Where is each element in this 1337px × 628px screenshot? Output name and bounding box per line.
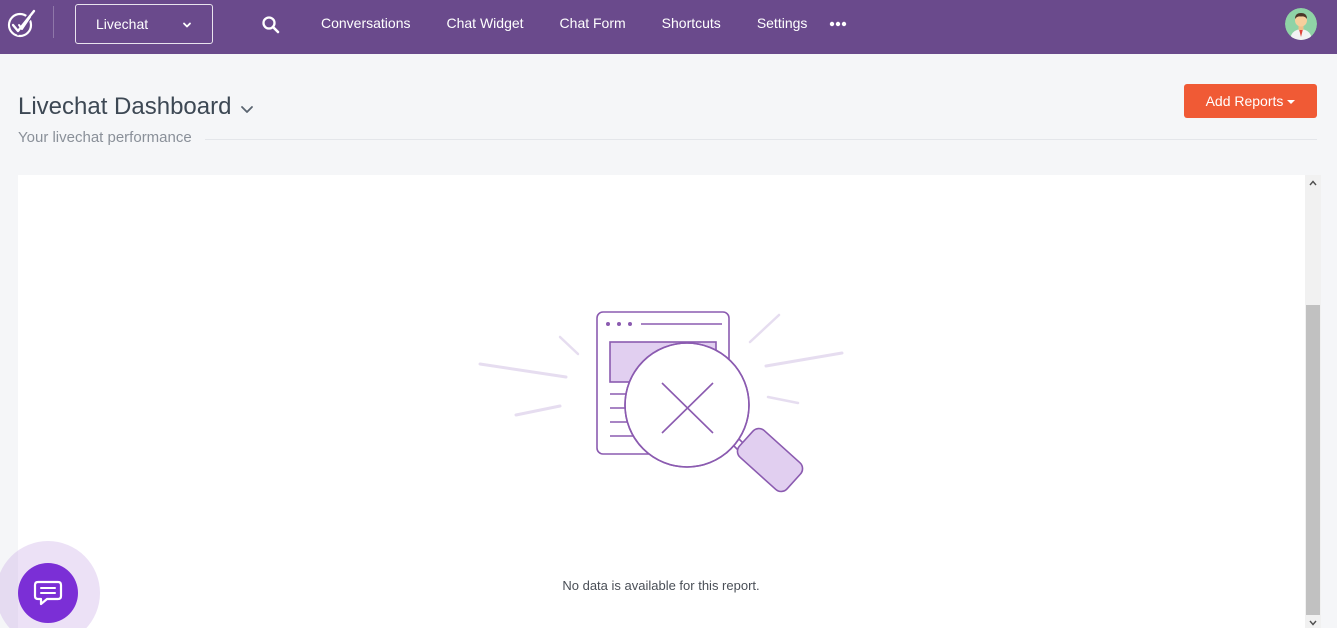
scrollbar[interactable]: [1305, 175, 1321, 628]
nav-settings[interactable]: Settings: [739, 15, 826, 31]
chevron-down-icon[interactable]: [239, 102, 255, 116]
nav-conversations[interactable]: Conversations: [303, 15, 429, 31]
divider: [205, 139, 1317, 140]
top-navigation-bar: Livechat Conversations Chat Widget Chat …: [0, 0, 1337, 54]
chat-bubble-icon: [33, 580, 63, 606]
app-selector-dropdown[interactable]: Livechat: [75, 4, 213, 44]
logo-icon[interactable]: [5, 8, 37, 38]
nav-chat-widget[interactable]: Chat Widget: [429, 15, 542, 31]
page-subtitle: Your livechat performance: [18, 129, 192, 146]
more-icon[interactable]: [828, 19, 848, 29]
search-icon[interactable]: [261, 15, 281, 35]
main-nav: Conversations Chat Widget Chat Form Shor…: [303, 0, 825, 46]
app-selector-value: Livechat: [96, 16, 149, 32]
empty-state-message: No data is available for this report.: [562, 578, 760, 593]
scrollbar-thumb[interactable]: [1306, 305, 1320, 615]
scroll-up-icon[interactable]: [1308, 179, 1318, 187]
nav-shortcuts[interactable]: Shortcuts: [644, 15, 739, 31]
avatar[interactable]: [1285, 8, 1317, 40]
add-reports-label: Add Reports: [1205, 93, 1284, 109]
chat-launcher-button[interactable]: [18, 563, 78, 623]
scroll-down-icon[interactable]: [1308, 619, 1318, 627]
chevron-down-icon: [183, 22, 191, 28]
no-data-illustration: [478, 311, 844, 493]
caret-down-icon: [1287, 100, 1296, 104]
divider: [53, 6, 54, 38]
add-reports-button[interactable]: Add Reports: [1184, 84, 1317, 118]
nav-chat-form[interactable]: Chat Form: [542, 15, 644, 31]
page-title[interactable]: Livechat Dashboard: [18, 93, 231, 121]
